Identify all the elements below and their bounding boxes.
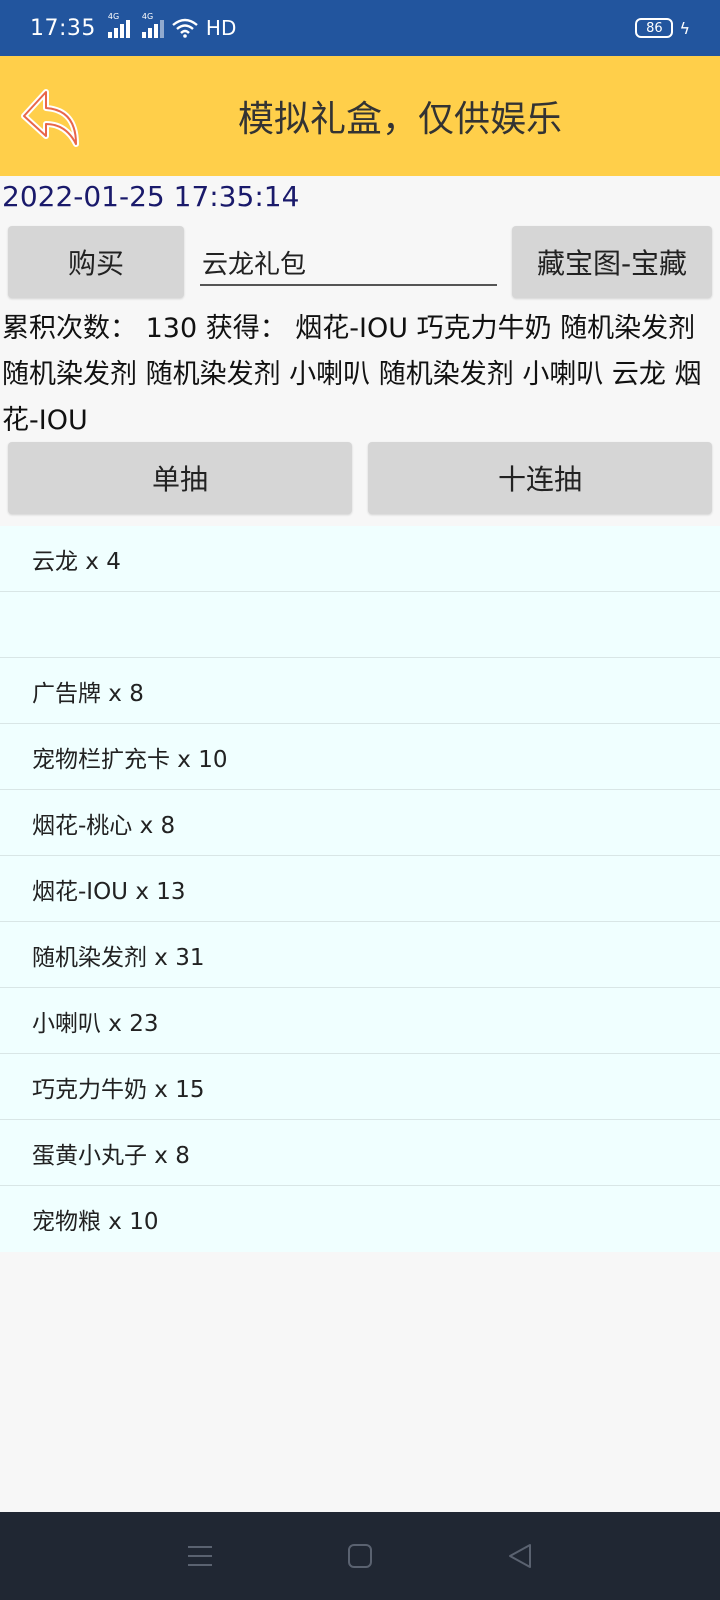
ten-draw-button[interactable]: 十连抽: [368, 442, 712, 514]
list-item[interactable]: 巧克力牛奶 x 15: [0, 1054, 720, 1120]
list-item[interactable]: 烟花-桃心 x 8: [0, 790, 720, 856]
list-item[interactable]: 广告牌 x 8: [0, 658, 720, 724]
signal-icon: 4G: [141, 12, 164, 38]
network-type-label: 4G: [141, 12, 154, 21]
menu-icon[interactable]: [180, 1536, 220, 1576]
list-item[interactable]: 烟花-IOU x 13: [0, 856, 720, 922]
package-input[interactable]: 云龙礼包: [200, 240, 497, 286]
network-type-label: 4G: [107, 12, 120, 21]
treasure-map-button[interactable]: 藏宝图-宝藏: [512, 226, 712, 298]
hd-label: HD: [205, 16, 237, 40]
list-item[interactable]: 小喇叭 x 23: [0, 988, 720, 1054]
back-icon[interactable]: [500, 1536, 540, 1576]
item-list: 云龙 x 4 广告牌 x 8 宠物栏扩充卡 x 10 烟花-桃心 x 8 烟花-…: [0, 526, 720, 1252]
datetime-text: 2022-01-25 17:35:14: [2, 180, 300, 213]
battery-icon: 86: [635, 18, 674, 38]
list-item[interactable]: [0, 592, 720, 658]
page-title: 模拟礼盒，仅供娱乐: [237, 99, 562, 140]
list-item[interactable]: 蛋黄小丸子 x 8: [0, 1120, 720, 1186]
list-item[interactable]: 宠物栏扩充卡 x 10: [0, 724, 720, 790]
battery-level: 86: [646, 20, 663, 36]
back-arrow-icon[interactable]: [18, 86, 84, 152]
buy-button[interactable]: 购买: [8, 226, 184, 298]
wifi-icon: [172, 18, 198, 38]
system-nav-bar: [0, 1512, 720, 1600]
list-item[interactable]: 随机染发剂 x 31: [0, 922, 720, 988]
charging-icon: ϟ: [679, 18, 690, 38]
app-header: 模拟礼盒，仅供娱乐: [0, 56, 720, 176]
list-item[interactable]: 云龙 x 4: [0, 526, 720, 592]
list-item[interactable]: 宠物粮 x 10: [0, 1186, 720, 1252]
draw-result-text: 累积次数： 130 获得： 烟花-IOU 巧克力牛奶 随机染发剂 随机染发剂 随…: [2, 313, 702, 436]
home-icon[interactable]: [340, 1536, 380, 1576]
single-draw-button[interactable]: 单抽: [8, 442, 352, 514]
status-bar: 17:35 4G 4G HD 86 ϟ: [0, 0, 720, 56]
status-time: 17:35: [30, 15, 96, 41]
signal-icon: 4G: [107, 12, 130, 38]
